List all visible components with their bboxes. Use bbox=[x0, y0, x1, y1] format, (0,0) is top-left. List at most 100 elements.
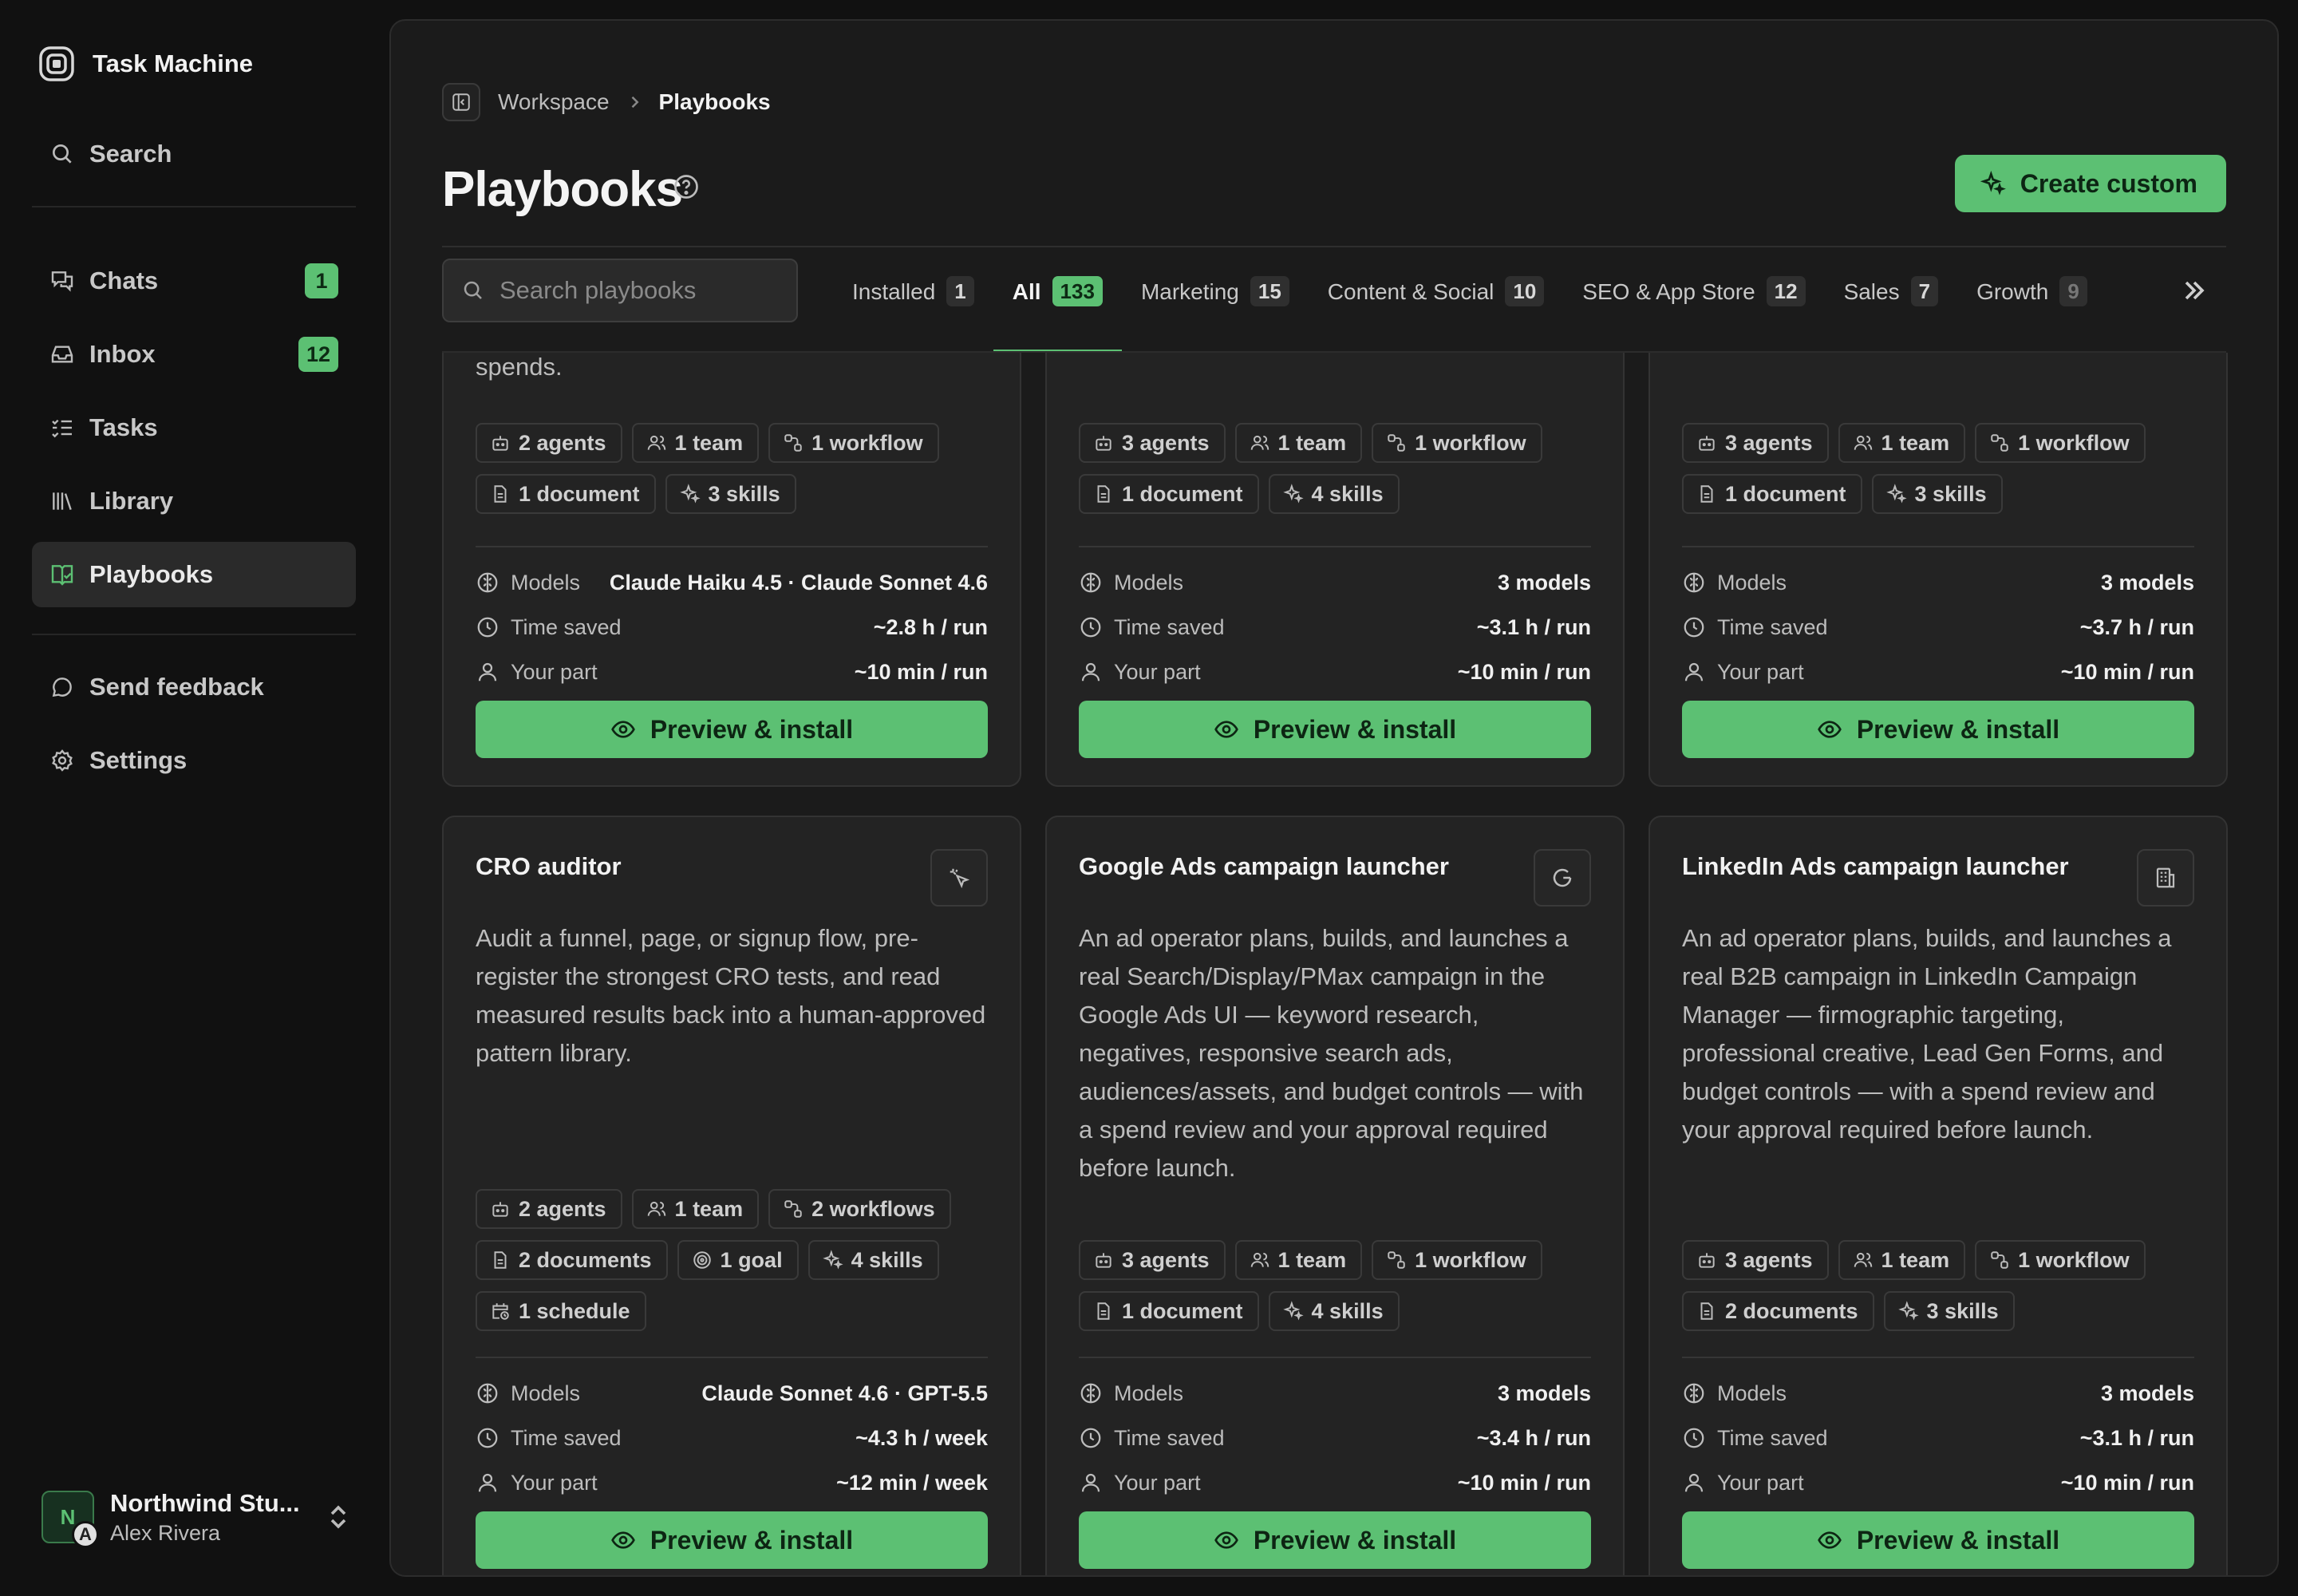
sidebar-item-playbooks[interactable]: Playbooks bbox=[32, 542, 356, 607]
brand[interactable]: Task Machine bbox=[38, 41, 253, 86]
chevrons-right-icon[interactable] bbox=[2182, 276, 2207, 305]
tab-growth[interactable]: Growth 9 bbox=[1957, 260, 2106, 353]
sparkle-icon bbox=[1897, 1301, 1919, 1321]
chip-schedule: 1 schedule bbox=[476, 1291, 646, 1331]
tab-count: 133 bbox=[1052, 276, 1103, 306]
chip-label: 1 document bbox=[1122, 481, 1243, 506]
bot-icon bbox=[492, 1202, 508, 1217]
chip-agents: 3 agents bbox=[1682, 1240, 1829, 1280]
header-divider bbox=[442, 246, 2226, 247]
main-panel: Workspace Playbooks Playbooks Create cus… bbox=[389, 19, 2279, 1577]
card-title: CRO auditor bbox=[476, 852, 622, 880]
feedback-icon bbox=[52, 678, 72, 697]
users-icon bbox=[647, 435, 665, 450]
sidebar-item-inbox[interactable]: Inbox 12 bbox=[32, 322, 356, 387]
preview-install-button[interactable]: Preview & install bbox=[476, 701, 988, 758]
sidebar-item-tasks[interactable]: Tasks bbox=[32, 395, 356, 460]
card-divider bbox=[476, 1357, 988, 1358]
breadcrumb-current: Playbooks bbox=[658, 89, 771, 114]
card-description: An ad operator plans, builds, and launch… bbox=[1682, 924, 2172, 1144]
preview-install-button[interactable]: Preview & install bbox=[1079, 1511, 1591, 1569]
sidebar-item-feedback[interactable]: Send feedback bbox=[32, 654, 356, 720]
card-description: An ad operator plans, builds, and launch… bbox=[1079, 924, 1584, 1182]
sidebar-item-label: Settings bbox=[89, 746, 188, 774]
chip-agents: 3 agents bbox=[1079, 1240, 1226, 1280]
preview-install-button[interactable]: Preview & install bbox=[1682, 701, 2194, 758]
chip-agents: 2 agents bbox=[476, 1189, 622, 1229]
tab-seo-app-store[interactable]: SEO & App Store 12 bbox=[1563, 260, 1824, 353]
chip-label: 1 team bbox=[674, 430, 744, 455]
chevron-up-down-icon bbox=[330, 1505, 346, 1529]
sidebar-item-label: Inbox bbox=[89, 340, 156, 368]
tab-installed[interactable]: Installed 1 bbox=[833, 260, 993, 353]
brain-icon bbox=[1684, 1383, 1704, 1404]
workflow-icon bbox=[1388, 434, 1405, 452]
bot-icon bbox=[492, 436, 508, 451]
workspace-user: Alex Rivera bbox=[110, 1520, 221, 1545]
sparkle-icon bbox=[1980, 171, 2006, 196]
stat-value: 3 models bbox=[2100, 570, 2194, 595]
card-chips: 3 agents 1 team 1 workflow 1 document 4 … bbox=[1079, 423, 1605, 514]
tab-count: 9 bbox=[2059, 276, 2087, 306]
chip-document: 2 documents bbox=[1682, 1291, 1874, 1331]
sparkle-icon bbox=[1282, 484, 1304, 504]
chip-label: 1 team bbox=[674, 1196, 744, 1221]
playbook-card-cro-auditor: CRO auditor Audit a funnel, page, or sig… bbox=[442, 816, 1021, 1575]
inbox-icon bbox=[51, 346, 73, 363]
help-icon[interactable] bbox=[672, 172, 701, 201]
search-input[interactable] bbox=[499, 276, 771, 305]
building-icon bbox=[2137, 849, 2194, 907]
create-custom-button[interactable]: Create custom bbox=[1954, 155, 2226, 212]
bot-icon bbox=[1096, 436, 1111, 451]
stat-label: Models bbox=[511, 1381, 581, 1405]
stat-value: ~3.1 h / run bbox=[1476, 614, 1591, 639]
stat-value: Claude Sonnet 4.6 · GPT-5.5 bbox=[701, 1381, 988, 1405]
stat-value: ~10 min / run bbox=[1457, 659, 1591, 684]
stat-value: Claude Haiku 4.5 · Claude Sonnet 4.6 bbox=[609, 570, 988, 595]
chip-skills: 3 skills bbox=[1883, 1291, 2015, 1331]
chip-team: 1 team bbox=[1234, 423, 1363, 463]
stat-your-part: Your part ~10 min / run bbox=[1682, 1467, 2194, 1499]
stat-label: Models bbox=[1717, 1381, 1787, 1405]
stat-label: Time saved bbox=[1717, 1425, 1828, 1450]
chip-workflow: 1 workflow bbox=[1975, 1240, 2146, 1280]
sidebar-item-chats[interactable]: Chats 1 bbox=[32, 248, 356, 314]
chip-label: 1 document bbox=[1122, 1298, 1243, 1323]
stat-value: ~3.1 h / run bbox=[2079, 1425, 2194, 1450]
stat-label: Models bbox=[1717, 570, 1787, 595]
preview-install-button[interactable]: Preview & install bbox=[1079, 701, 1591, 758]
tab-marketing[interactable]: Marketing 15 bbox=[1122, 260, 1309, 353]
chip-label: 1 document bbox=[1725, 481, 1846, 506]
tab-content-social[interactable]: Content & Social 10 bbox=[1309, 260, 1564, 353]
chip-team: 1 team bbox=[631, 1189, 760, 1229]
document-icon bbox=[494, 1251, 507, 1269]
sidebar-item-settings[interactable]: Settings bbox=[32, 728, 356, 793]
stat-label: Your part bbox=[1717, 1470, 1804, 1495]
tab-label: SEO & App Store bbox=[1582, 279, 1755, 304]
sidebar-toggle-icon[interactable] bbox=[442, 83, 480, 121]
tab-all[interactable]: All 133 bbox=[993, 260, 1123, 353]
tab-count: 12 bbox=[1766, 276, 1806, 306]
sidebar-search[interactable]: Search bbox=[32, 121, 356, 187]
install-label: Preview & install bbox=[1856, 1525, 2060, 1555]
stat-models: Models 3 models bbox=[1079, 1377, 1591, 1409]
chip-document: 1 document bbox=[476, 474, 656, 514]
google-icon bbox=[1534, 849, 1591, 907]
stat-value: ~10 min / run bbox=[854, 659, 988, 684]
search-box[interactable] bbox=[442, 259, 798, 322]
workflow-icon bbox=[784, 434, 802, 452]
eye-icon bbox=[611, 1531, 635, 1549]
chip-label: 1 workflow bbox=[1415, 430, 1526, 455]
sidebar-item-library[interactable]: Library bbox=[32, 468, 356, 534]
preview-install-button[interactable]: Preview & install bbox=[476, 1511, 988, 1569]
preview-install-button[interactable]: Preview & install bbox=[1682, 1511, 2194, 1569]
install-label: Preview & install bbox=[1253, 1525, 1457, 1555]
stat-value: ~12 min / week bbox=[836, 1470, 988, 1495]
users-icon bbox=[1250, 435, 1269, 450]
workspace-switcher[interactable]: N A Northwind Stu... Alex Rivera bbox=[41, 1484, 361, 1550]
breadcrumb-parent[interactable]: Workspace bbox=[498, 89, 610, 115]
tab-sales[interactable]: Sales 7 bbox=[1825, 260, 1958, 353]
sidebar-item-label: Chats bbox=[89, 267, 159, 294]
stat-label: Time saved bbox=[1114, 1425, 1225, 1450]
chip-skills: 3 skills bbox=[1871, 474, 2003, 514]
